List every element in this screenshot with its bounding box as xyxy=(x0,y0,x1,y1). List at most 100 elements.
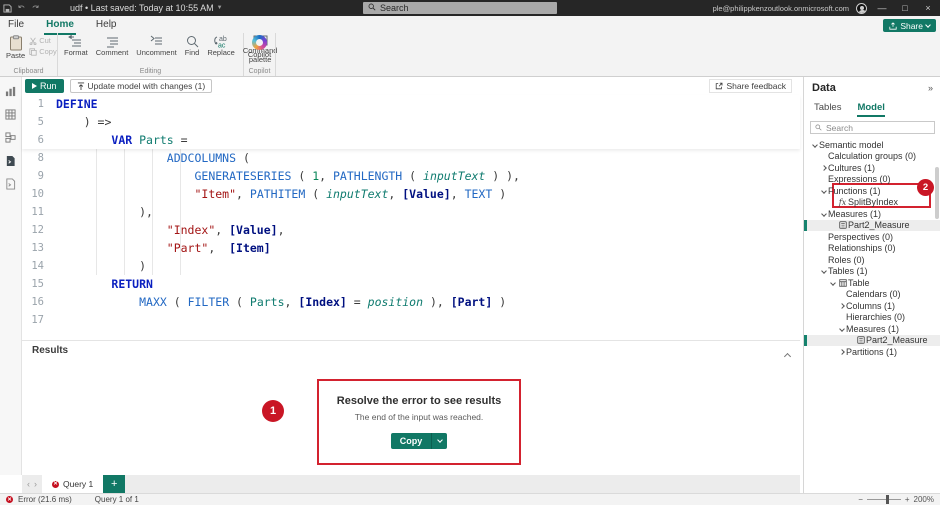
tree-item-part2-measure[interactable]: Part2_Measure xyxy=(804,219,940,231)
uncomment-button[interactable]: Uncomment xyxy=(132,33,180,58)
tab-scroll-right-icon[interactable]: › xyxy=(34,479,37,489)
tree-item-tables-1-[interactable]: Tables (1) xyxy=(804,266,940,278)
tree-item-functions-1-[interactable]: Functions (1) xyxy=(804,185,940,197)
code-line[interactable]: 5 ) => xyxy=(22,113,800,131)
report-view-icon[interactable] xyxy=(4,85,17,98)
data-panel: Data » Tables Model Search 2 Semantic mo… xyxy=(803,77,940,493)
search-input[interactable]: Search xyxy=(363,2,557,14)
tree-item-part2-measure[interactable]: Part2_Measure xyxy=(804,334,940,346)
tree-item-columns-1-[interactable]: Columns (1) xyxy=(804,300,940,312)
code-line[interactable]: 10 "Item", PATHITEM ( inputText, [Value]… xyxy=(22,185,800,203)
tab-scroll-left-icon[interactable]: ‹ xyxy=(27,479,30,489)
tree-item-hierarchies-0-[interactable]: Hierarchies (0) xyxy=(804,312,940,324)
chevron-down-icon[interactable] xyxy=(810,141,819,148)
save-icon[interactable] xyxy=(0,2,14,14)
add-query-button[interactable]: + xyxy=(103,475,126,493)
document-title[interactable]: udf • Last saved: Today at 10:55 AM xyxy=(70,3,214,13)
close-button[interactable]: × xyxy=(920,3,936,13)
update-model-button[interactable]: Update model with changes (1) xyxy=(69,79,213,93)
share-feedback-button[interactable]: Share feedback xyxy=(709,79,792,93)
code-area[interactable]: 1 DEFINE 5 ) => 6 VAR Parts = 8 ADDCOLUMNS … xyxy=(22,95,800,329)
chevron-down-icon[interactable] xyxy=(837,325,846,332)
format-button[interactable]: Format xyxy=(60,33,92,58)
tree-item-calculation-groups-0-[interactable]: Calculation groups (0) xyxy=(804,151,940,163)
code-line[interactable]: 16 MAXX ( FILTER ( Parts, [Index] = posi… xyxy=(22,293,800,311)
cut-button[interactable]: Cut xyxy=(29,36,57,45)
chevron-down-icon[interactable] xyxy=(819,187,828,194)
redo-icon[interactable] xyxy=(28,2,42,14)
collapse-panel-icon[interactable]: » xyxy=(928,83,933,93)
collapse-results-icon[interactable] xyxy=(783,346,792,364)
paste-button[interactable]: Paste xyxy=(2,33,29,61)
tree-item-label: Functions (1) xyxy=(828,185,881,196)
chevron-down-icon[interactable] xyxy=(819,268,828,275)
tree-item-label: Hierarchies (0) xyxy=(846,312,906,323)
zoom-out-button[interactable]: − xyxy=(858,495,863,504)
code-line[interactable]: 17 xyxy=(22,311,800,329)
tab-model[interactable]: Model xyxy=(857,102,885,117)
copilot-button[interactable]: Copilot xyxy=(244,33,275,60)
tree-item-roles-0-[interactable]: Roles (0) xyxy=(804,254,940,266)
tmdl-view-icon[interactable] xyxy=(4,177,17,190)
panel-search-input[interactable]: Search xyxy=(810,121,935,134)
query-tab[interactable]: ✕ Query 1 xyxy=(42,475,104,493)
tree-item-expressions-0-[interactable]: Expressions (0) xyxy=(804,174,940,186)
find-button[interactable]: Find xyxy=(181,33,204,58)
code-line[interactable]: 8 ADDCOLUMNS ( xyxy=(22,149,800,167)
tree-item-label: Part2_Measure xyxy=(866,335,928,346)
search-icon xyxy=(368,3,376,13)
line-number: 16 xyxy=(31,296,44,308)
code-line[interactable]: 12 "Index", [Value], xyxy=(22,221,800,239)
tree-item-splitbyindex[interactable]: fx SplitByIndex xyxy=(804,197,940,209)
comment-button[interactable]: Comment xyxy=(92,33,133,58)
tree-item-cultures-1-[interactable]: Cultures (1) xyxy=(804,162,940,174)
share-button[interactable]: Share xyxy=(883,19,936,32)
code-line[interactable]: 9 GENERATESERIES ( 1, PATHLENGTH ( input… xyxy=(22,167,800,185)
code-line[interactable]: 14 ) xyxy=(22,257,800,275)
zoom-in-button[interactable]: + xyxy=(905,495,910,504)
tree-item-partitions-1-[interactable]: Partitions (1) xyxy=(804,346,940,358)
tree-item-relationships-0-[interactable]: Relationships (0) xyxy=(804,243,940,255)
code-line[interactable]: 13 "Part", [Item] xyxy=(22,239,800,257)
ribbon-group-editing: Format Comment Uncomment Find ab ac Repla… xyxy=(58,33,277,76)
tree-item-label: Columns (1) xyxy=(846,300,896,311)
tree-item-label: Measures (1) xyxy=(828,208,882,219)
dax-query-view-icon[interactable] xyxy=(4,154,17,167)
undo-icon[interactable] xyxy=(14,2,28,14)
tree-item-measures-1-[interactable]: Measures (1) xyxy=(804,323,940,335)
avatar[interactable] xyxy=(856,2,867,14)
tree-item-perspectives-0-[interactable]: Perspectives (0) xyxy=(804,231,940,243)
zoom-slider[interactable] xyxy=(866,495,901,504)
line-number: 17 xyxy=(31,314,44,326)
tab-tables[interactable]: Tables xyxy=(814,102,841,117)
copy-dropdown-button[interactable] xyxy=(432,433,448,449)
chevron-right-icon[interactable] xyxy=(819,164,828,171)
table-view-icon[interactable] xyxy=(4,108,17,121)
code-line[interactable]: 6 VAR Parts = xyxy=(22,131,800,149)
model-view-icon[interactable] xyxy=(4,131,17,144)
replace-button[interactable]: ab ac Replace xyxy=(203,33,239,58)
tree-item-semantic-model[interactable]: Semantic model xyxy=(804,139,940,151)
account-email[interactable]: ple@philippkenzoutlook.onmicrosoft.com xyxy=(713,4,849,13)
chevron-right-icon[interactable] xyxy=(837,302,846,309)
run-button[interactable]: Run xyxy=(25,79,64,93)
copy-button[interactable]: Copy xyxy=(390,433,433,449)
chevron-right-icon[interactable] xyxy=(837,348,846,355)
editor-toolbar: Run Update model with changes (1) Share … xyxy=(22,77,800,95)
tree-item-table[interactable]: Table xyxy=(804,277,940,289)
minimize-button[interactable]: — xyxy=(874,3,890,13)
zoom-slider-handle[interactable] xyxy=(885,495,889,504)
code-line[interactable]: 1 DEFINE xyxy=(22,95,800,113)
panel-scrollbar[interactable] xyxy=(935,167,939,219)
maximize-button[interactable]: □ xyxy=(897,3,913,13)
code-line[interactable]: 15 RETURN xyxy=(22,275,800,293)
title-dropdown-icon[interactable]: ▼ xyxy=(217,5,223,11)
chevron-down-icon[interactable] xyxy=(819,210,828,217)
code-line[interactable]: 11 ), xyxy=(22,203,800,221)
chevron-down-icon[interactable] xyxy=(828,279,837,286)
panel-search-placeholder: Search xyxy=(826,122,853,133)
copy-button[interactable]: Copy xyxy=(29,47,57,56)
tree-item-calendars-0-[interactable]: Calendars (0) xyxy=(804,289,940,301)
tree-item-measures-1-[interactable]: Measures (1) xyxy=(804,208,940,220)
sticky-scroll: 1 DEFINE 5 ) => 6 VAR Parts = xyxy=(22,95,800,149)
